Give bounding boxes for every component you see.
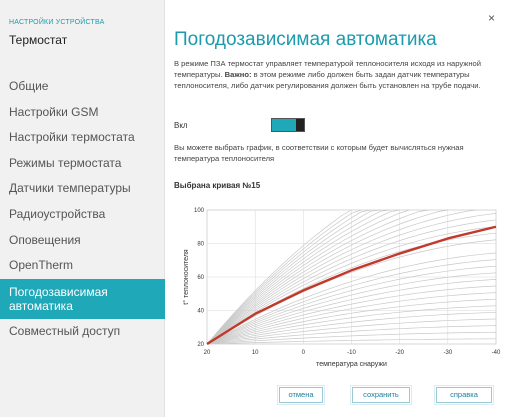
sidebar-item-radio-devices[interactable]: Радиоустройства [0, 202, 165, 228]
description-important: Важно: [224, 70, 252, 79]
sidebar-item-thermostat-modes[interactable]: Режимы термостата [0, 151, 165, 177]
heating-curve-chart[interactable]: 20 10 0 -10 -20 -30 -40 20 40 60 80 100 температура … [174, 196, 504, 376]
sidebar-subtitle: НАСТРОЙКИ УСТРОЙСТВА [9, 19, 105, 26]
y-tick-label: 40 [197, 309, 204, 315]
x-tick-label: 0 [302, 350, 306, 356]
x-tick-label: -20 [395, 350, 404, 356]
toggle-knob [296, 119, 304, 131]
sidebar-item-general[interactable]: Общие [0, 74, 165, 100]
toggle-label: Вкл [174, 121, 188, 130]
main-panel: × Погодозависимая автоматика В режиме ПЗ… [165, 0, 505, 417]
y-tick-label: 80 [197, 242, 204, 248]
curve-hint: Вы можете выбрать график, в соответствии… [174, 143, 464, 163]
y-tick-label: 100 [194, 208, 205, 214]
x-tick-label: 20 [204, 350, 211, 356]
sidebar: НАСТРОЙКИ УСТРОЙСТВА Термостат Общие Нас… [0, 0, 165, 417]
x-axis-label: температура снаружи [316, 361, 387, 368]
cancel-button[interactable]: отмена [278, 386, 324, 404]
sidebar-item-gsm-settings[interactable]: Настройки GSM [0, 100, 165, 126]
sidebar-item-notifications[interactable]: Оповещения [0, 228, 165, 254]
help-button[interactable]: справка [435, 386, 493, 404]
sidebar-title: Термостат [9, 33, 68, 47]
sidebar-item-weather-automation[interactable]: Погодозависимая автоматика [0, 278, 165, 319]
x-tick-label: 10 [252, 350, 259, 356]
save-button[interactable]: сохранить [351, 386, 411, 404]
selected-curve-label: Выбрана кривая №15 [174, 181, 261, 190]
x-tick-label: -10 [347, 350, 356, 356]
y-axis-label: t° теплоносителя [182, 249, 190, 305]
sidebar-item-shared-access[interactable]: Совместный доступ [0, 319, 165, 345]
page-title: Погодозависимая автоматика [174, 29, 437, 50]
description: В режиме ПЗА термостат управляет темпера… [174, 58, 496, 91]
y-tick-label: 20 [197, 342, 204, 348]
x-tick-label: -40 [492, 350, 501, 356]
heating-curve-svg[interactable]: 20 10 0 -10 -20 -30 -4020406080100температура … [174, 196, 504, 376]
y-tick-label: 60 [197, 275, 204, 281]
close-icon[interactable]: × [488, 11, 495, 25]
enable-toggle[interactable] [271, 118, 305, 132]
sidebar-item-thermostat-settings[interactable]: Настройки термостата [0, 125, 165, 151]
sidebar-nav: Общие Настройки GSM Настройки термостата… [0, 74, 165, 344]
sidebar-item-opentherm[interactable]: OpenTherm [0, 253, 165, 279]
sidebar-item-temperature-sensors[interactable]: Датчики температуры [0, 176, 165, 202]
x-tick-label: -30 [443, 350, 452, 356]
